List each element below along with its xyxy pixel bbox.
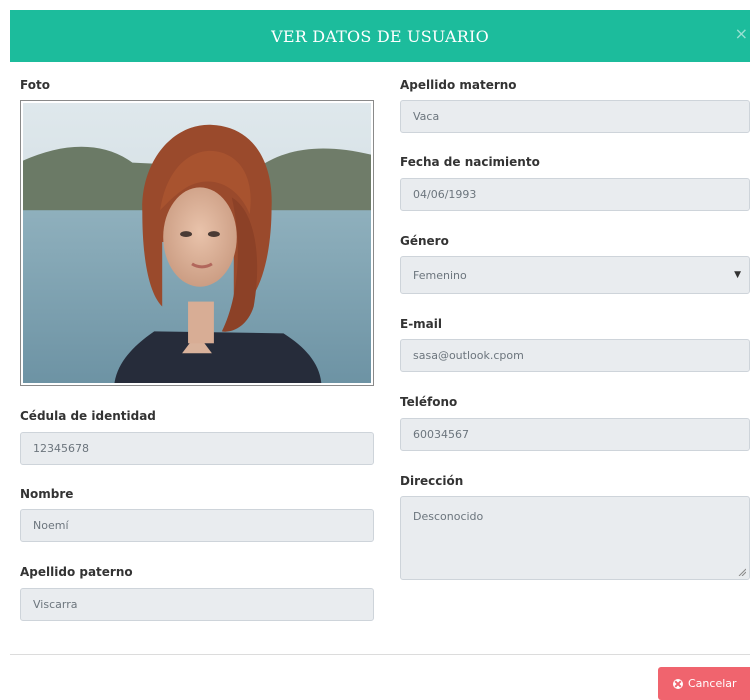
modal-header: VER DATOS DE USUARIO × — [10, 10, 750, 62]
email-label: E-mail — [400, 317, 443, 331]
nombre-label: Nombre — [20, 487, 74, 501]
email-field[interactable]: sasa@outlook.cpom — [400, 339, 750, 372]
genero-label: Género — [400, 234, 449, 248]
apellido-paterno-field[interactable]: Viscarra — [20, 588, 374, 621]
cedula-field[interactable]: 12345678 — [20, 432, 374, 465]
footer-divider — [10, 654, 750, 655]
cancel-button[interactable]: Cancelar — [658, 667, 750, 700]
close-icon[interactable]: × — [735, 24, 748, 44]
apellido-materno-label: Apellido materno — [400, 78, 517, 92]
times-circle-icon — [673, 678, 683, 689]
user-photo-image — [23, 103, 371, 383]
apellido-paterno-label: Apellido paterno — [20, 565, 133, 579]
modal-title: VER DATOS DE USUARIO — [271, 26, 489, 46]
cancel-label: Cancelar — [688, 677, 737, 690]
fecha-nacimiento-field[interactable]: 04/06/1993 — [400, 178, 750, 211]
user-photo — [20, 100, 374, 386]
cedula-label: Cédula de identidad — [20, 409, 156, 423]
direccion-value: Desconocido — [413, 510, 484, 523]
genero-value: Femenino — [413, 268, 467, 282]
foto-label: Foto — [20, 78, 50, 92]
direccion-textarea[interactable]: Desconocido — [400, 496, 750, 580]
telefono-field[interactable]: 60034567 — [400, 418, 750, 451]
fecha-nacimiento-label: Fecha de nacimiento — [400, 155, 540, 169]
caret-down-icon: ▼ — [734, 270, 741, 280]
apellido-materno-field[interactable]: Vaca — [400, 100, 750, 133]
genero-select[interactable]: Femenino ▼ — [400, 256, 750, 294]
direccion-label: Dirección — [400, 474, 464, 488]
telefono-label: Teléfono — [400, 395, 458, 409]
resize-grip-icon[interactable] — [738, 568, 746, 576]
nombre-field[interactable]: Noemí — [20, 509, 374, 542]
